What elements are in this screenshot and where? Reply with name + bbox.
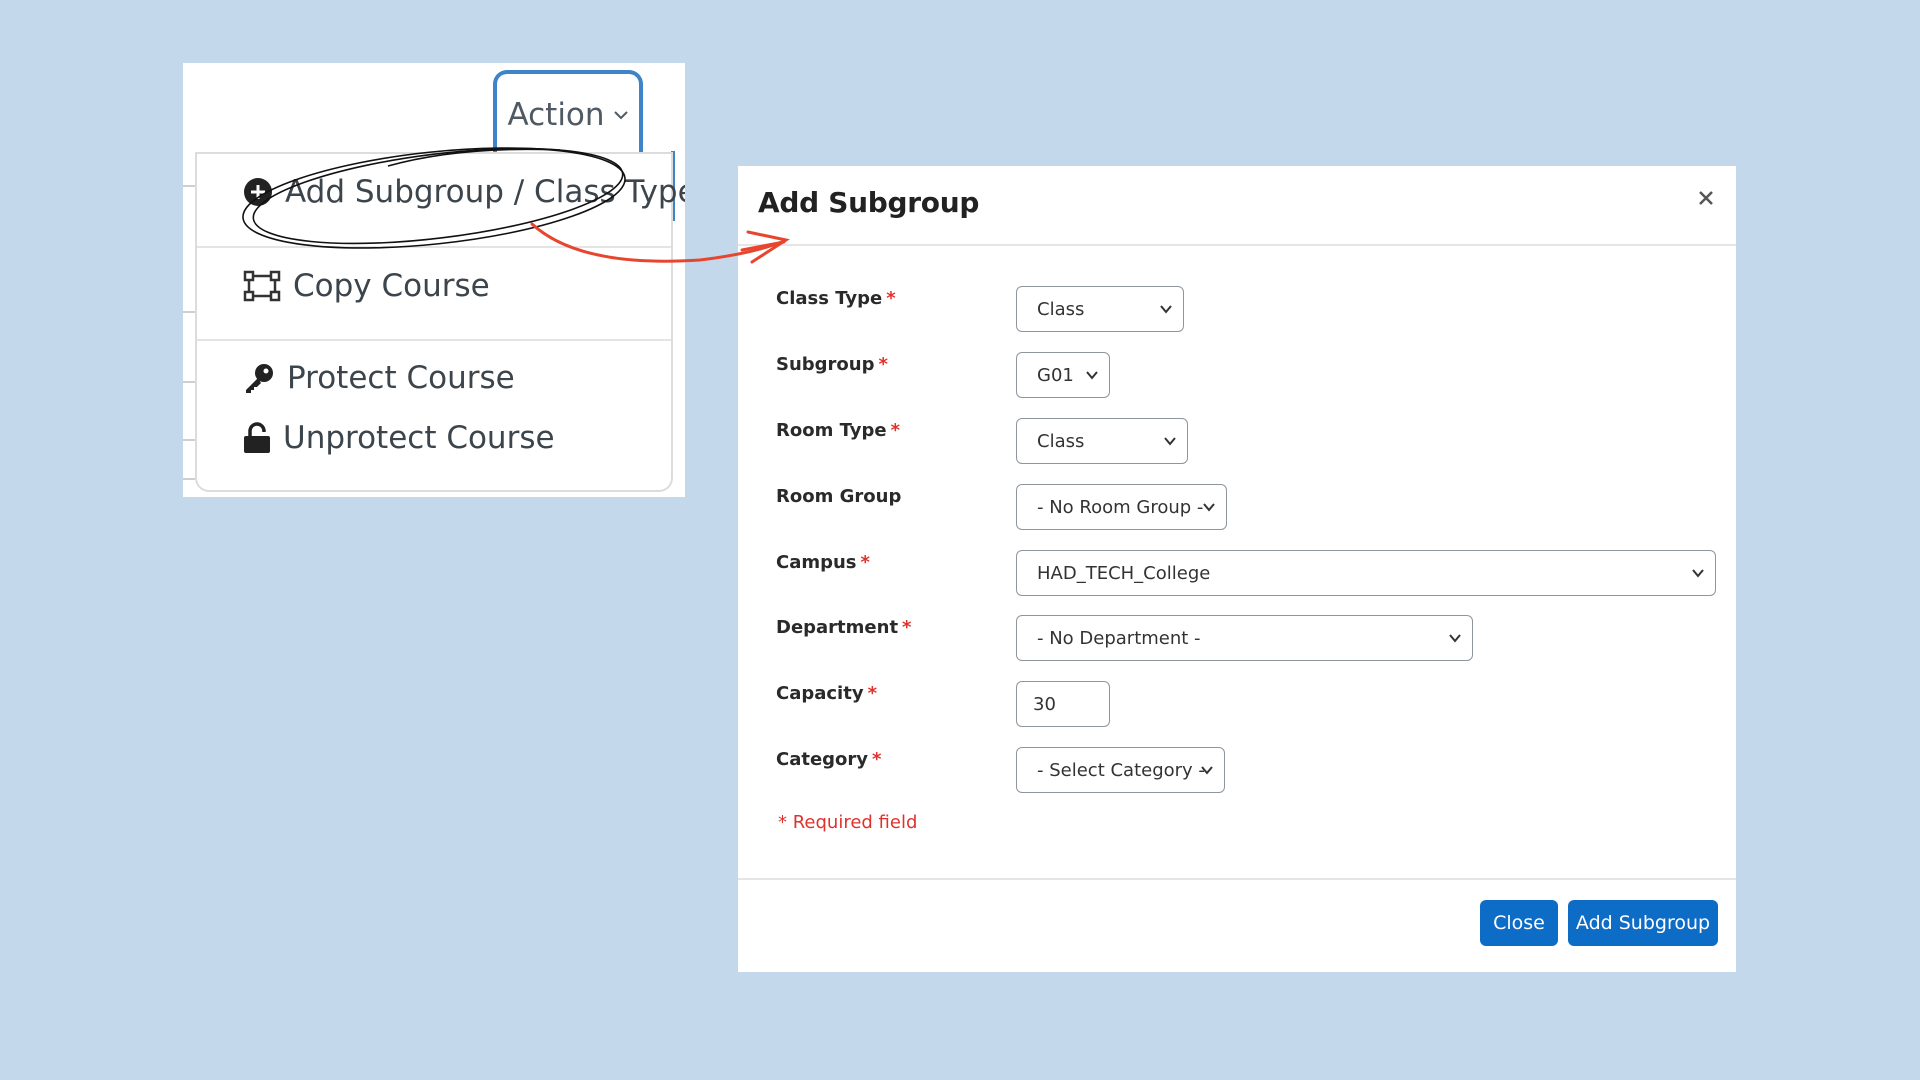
close-icon[interactable] (1692, 184, 1720, 212)
modal-title: Add Subgroup (758, 186, 980, 219)
chevron-down-icon (1203, 503, 1215, 512)
class-type-select[interactable]: Class (1016, 286, 1184, 332)
subgroup-select[interactable]: G01 (1016, 352, 1110, 398)
campus-row: Campus * HAD_TECH_College (776, 550, 1716, 596)
room-type-value: Class (1037, 430, 1085, 452)
menu-item-label: Protect Course (287, 360, 515, 396)
add-subgroup-button[interactable]: Add Subgroup (1568, 900, 1718, 946)
subgroup-row: Subgroup * G01 (776, 352, 1716, 398)
room-group-value: - No Room Group - (1037, 496, 1204, 518)
menu-item-unprotect-course[interactable]: Unprotect Course (243, 420, 555, 456)
subgroup-value: G01 (1037, 364, 1074, 386)
action-button-label: Action (507, 97, 605, 133)
department-label: Department * (776, 617, 911, 638)
campus-value: HAD_TECH_College (1037, 562, 1211, 584)
department-select[interactable]: - No Department - (1016, 615, 1473, 661)
required-asterisk: * (878, 354, 888, 375)
class-type-label-text: Class Type (776, 288, 883, 309)
department-label-text: Department (776, 617, 899, 638)
class-type-value: Class (1037, 298, 1085, 320)
campus-select[interactable]: HAD_TECH_College (1016, 550, 1716, 596)
room-type-select[interactable]: Class (1016, 418, 1188, 464)
modal-footer: Close Add Subgroup (738, 878, 1736, 972)
close-button[interactable]: Close (1480, 900, 1558, 946)
subgroup-label: Subgroup * (776, 354, 888, 375)
menu-item-label: Copy Course (293, 268, 490, 304)
room-type-label-text: Room Type (776, 420, 887, 441)
chevron-down-icon (1164, 437, 1176, 446)
unlock-icon (244, 422, 270, 453)
campus-label-text: Campus (776, 552, 857, 573)
subgroup-label-text: Subgroup (776, 354, 875, 375)
menu-item-label: Unprotect Course (283, 420, 555, 456)
action-dropdown-panel: Action Add Subgroup / Class Type Copy Co… (183, 63, 685, 497)
chevron-down-icon (613, 111, 628, 120)
department-row: Department * - No Department - (776, 615, 1716, 661)
menu-item-label: Add Subgroup / Class Type (285, 174, 685, 210)
modal-header: Add Subgroup (738, 166, 1736, 246)
close-icon-glyph (1699, 191, 1713, 205)
copy-nodes-icon (243, 270, 281, 302)
department-value: - No Department - (1037, 627, 1201, 649)
chevron-down-icon (1160, 305, 1172, 314)
required-asterisk: * (886, 288, 896, 309)
category-value: - Select Category - (1037, 759, 1205, 781)
action-dropdown-menu: Add Subgroup / Class Type Copy Course Pr… (195, 152, 685, 492)
key-icon (246, 364, 273, 393)
required-asterisk: * (902, 617, 912, 638)
capacity-value: 30 (1033, 693, 1056, 715)
menu-item-add-subgroup[interactable]: Add Subgroup / Class Type (243, 174, 685, 210)
class-type-label: Class Type * (776, 288, 896, 309)
menu-item-copy-course[interactable]: Copy Course (243, 268, 490, 304)
room-type-row: Room Type * Class (776, 418, 1716, 464)
capacity-row: Capacity * 30 (776, 681, 1716, 727)
category-row: Category * - Select Category - (776, 747, 1716, 793)
room-group-row: Room Group - No Room Group - (776, 484, 1716, 530)
chevron-down-icon (1692, 569, 1704, 578)
menu-divider (197, 339, 671, 341)
chevron-down-icon (1449, 634, 1461, 643)
room-group-select[interactable]: - No Room Group - (1016, 484, 1227, 530)
chevron-down-icon (1201, 766, 1213, 775)
action-button[interactable]: Action (493, 70, 643, 156)
required-asterisk: * (867, 683, 877, 704)
chevron-down-icon (1086, 371, 1098, 380)
plus-circle-icon (244, 178, 272, 206)
category-label-text: Category (776, 749, 869, 770)
add-subgroup-modal: Add Subgroup Class Type * Class Subgroup *… (738, 166, 1736, 972)
category-label: Category * (776, 749, 881, 770)
campus-label: Campus * (776, 552, 870, 573)
menu-item-protect-course[interactable]: Protect Course (243, 360, 515, 396)
room-type-label: Room Type * (776, 420, 900, 441)
required-asterisk: * (890, 420, 901, 441)
capacity-label: Capacity * (776, 683, 877, 704)
class-type-row: Class Type * Class (776, 286, 1716, 332)
required-asterisk: * (872, 749, 882, 770)
required-asterisk: * (860, 552, 870, 573)
room-group-label: Room Group (776, 486, 902, 507)
required-field-note: * Required field (778, 812, 918, 833)
capacity-input[interactable]: 30 (1016, 681, 1110, 727)
capacity-label-text: Capacity (776, 683, 864, 704)
category-select[interactable]: - Select Category - (1016, 747, 1225, 793)
menu-divider (197, 246, 671, 248)
